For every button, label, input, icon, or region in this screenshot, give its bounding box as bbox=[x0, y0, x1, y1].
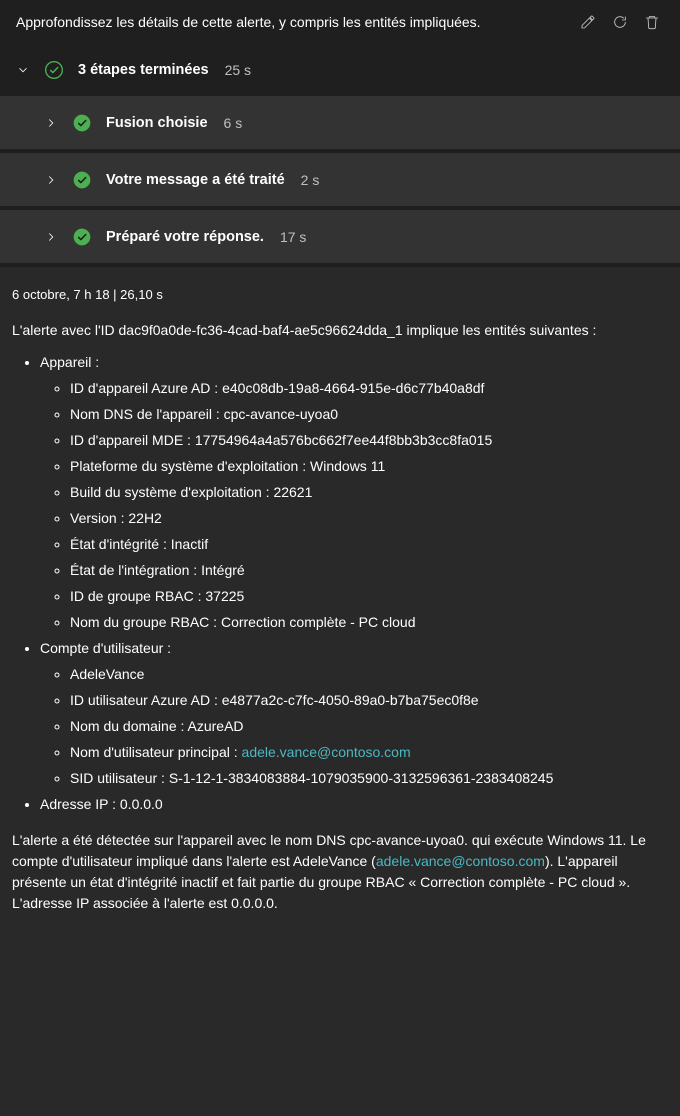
user-sid: SID utilisateur : S-1-12-1-3834083884-10… bbox=[70, 770, 668, 786]
user-section: Compte d'utilisateur : AdeleVance ID uti… bbox=[40, 640, 668, 786]
step-label: Votre message a été traité bbox=[106, 172, 285, 188]
timestamp: 6 octobre, 7 h 18 | 26,10 s bbox=[12, 287, 668, 302]
edit-icon[interactable] bbox=[580, 14, 596, 30]
device-onboarding: État de l'intégration : Intégré bbox=[70, 562, 668, 578]
device-dns: Nom DNS de l'appareil : cpc-avance-uyoa0 bbox=[70, 406, 668, 422]
device-heading: Appareil : bbox=[40, 354, 99, 370]
step-time: 6 s bbox=[224, 115, 243, 131]
device-section: Appareil : ID d'appareil Azure AD : e40c… bbox=[40, 354, 668, 630]
user-domain: Nom du domaine : AzureAD bbox=[70, 718, 668, 734]
ip-section: Adresse IP : 0.0.0.0 bbox=[40, 796, 668, 812]
refresh-icon[interactable] bbox=[612, 14, 628, 30]
device-rbac-name: Nom du groupe RBAC : Correction complète… bbox=[70, 614, 668, 630]
footer-paragraph: L'alerte a été détectée sur l'appareil a… bbox=[12, 830, 668, 914]
check-circle-filled-icon bbox=[72, 113, 92, 133]
steps-summary-time: 25 s bbox=[225, 62, 251, 78]
step-label: Préparé votre réponse. bbox=[106, 229, 264, 245]
user-name: AdeleVance bbox=[70, 666, 668, 682]
device-os-build: Build du système d'exploitation : 22621 bbox=[70, 484, 668, 500]
intro-text: L'alerte avec l'ID dac9f0a0de-fc36-4cad-… bbox=[12, 320, 668, 340]
user-heading: Compte d'utilisateur : bbox=[40, 640, 171, 656]
user-upn: Nom d'utilisateur principal : adele.vanc… bbox=[70, 744, 668, 760]
device-version: Version : 22H2 bbox=[70, 510, 668, 526]
check-circle-filled-icon bbox=[72, 170, 92, 190]
step-time: 2 s bbox=[301, 172, 320, 188]
user-upn-label: Nom d'utilisateur principal : bbox=[70, 744, 242, 760]
header-title: Approfondissez les détails de cette aler… bbox=[16, 14, 580, 30]
device-details: ID d'appareil Azure AD : e40c08db-19a8-4… bbox=[40, 380, 668, 630]
chevron-right-icon[interactable] bbox=[44, 116, 58, 130]
chevron-right-icon[interactable] bbox=[44, 173, 58, 187]
steps-list: Fusion choisie 6 s Votre message a été t… bbox=[0, 96, 680, 267]
device-rbac-id: ID de groupe RBAC : 37225 bbox=[70, 588, 668, 604]
entity-list: Appareil : ID d'appareil Azure AD : e40c… bbox=[12, 354, 668, 812]
steps-summary-label: 3 étapes terminées bbox=[78, 62, 209, 78]
step-row[interactable]: Préparé votre réponse. 17 s bbox=[0, 210, 680, 263]
footer-link[interactable]: adele.vance@contoso.com bbox=[376, 853, 545, 869]
step-row[interactable]: Fusion choisie 6 s bbox=[0, 96, 680, 149]
chevron-down-icon[interactable] bbox=[16, 63, 30, 77]
device-azure-ad-id: ID d'appareil Azure AD : e40c08db-19a8-4… bbox=[70, 380, 668, 396]
step-row[interactable]: Votre message a été traité 2 s bbox=[0, 153, 680, 206]
user-upn-link[interactable]: adele.vance@contoso.com bbox=[242, 744, 411, 760]
user-details: AdeleVance ID utilisateur Azure AD : e48… bbox=[40, 666, 668, 786]
device-mde-id: ID d'appareil MDE : 17754964a4a576bc662f… bbox=[70, 432, 668, 448]
device-health: État d'intégrité : Inactif bbox=[70, 536, 668, 552]
user-azure-ad-id: ID utilisateur Azure AD : e4877a2c-c7fc-… bbox=[70, 692, 668, 708]
check-circle-filled-icon bbox=[72, 227, 92, 247]
step-time: 17 s bbox=[280, 229, 306, 245]
header-actions bbox=[580, 14, 664, 30]
check-circle-icon bbox=[44, 60, 64, 80]
device-os-platform: Plateforme du système d'exploitation : W… bbox=[70, 458, 668, 474]
step-label: Fusion choisie bbox=[106, 115, 208, 131]
response-body: 6 octobre, 7 h 18 | 26,10 s L'alerte ave… bbox=[0, 267, 680, 926]
chevron-right-icon[interactable] bbox=[44, 230, 58, 244]
delete-icon[interactable] bbox=[644, 14, 660, 30]
header-bar: Approfondissez les détails de cette aler… bbox=[0, 0, 680, 44]
steps-summary-row[interactable]: 3 étapes terminées 25 s bbox=[0, 44, 680, 96]
